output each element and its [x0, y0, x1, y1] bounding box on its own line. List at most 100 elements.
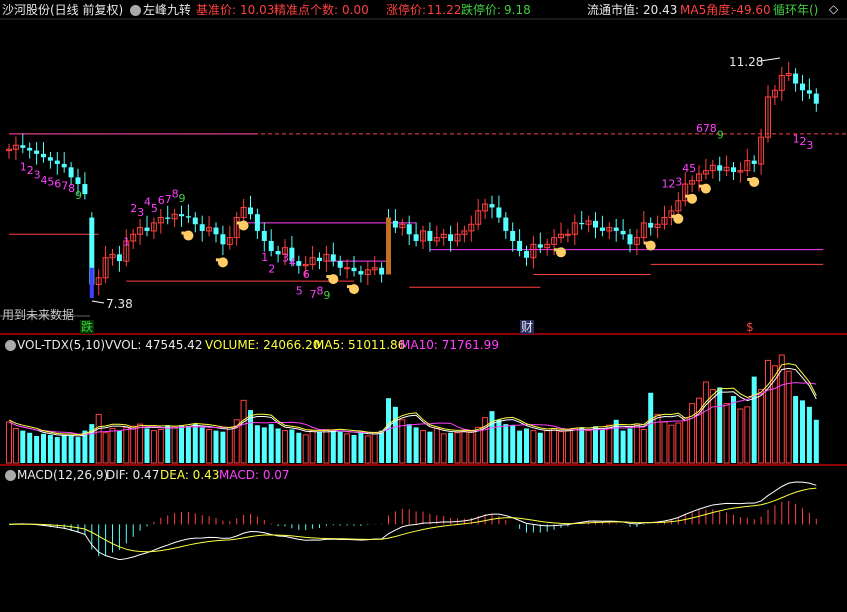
dea-line: [8, 487, 817, 553]
candle-body-highlight: [386, 217, 391, 275]
volume-bar: [510, 425, 516, 463]
candle-body: [517, 240, 523, 252]
macd-indicator-name[interactable]: MACD(12,26,9): [17, 468, 108, 482]
volume-bar: [682, 417, 689, 464]
volume-bar: [731, 396, 736, 463]
volume-bar: [551, 427, 558, 464]
volume-bar: [454, 432, 461, 464]
volume-bar: [130, 425, 137, 464]
candle-body: [731, 167, 736, 172]
dif-value: DIF: 0.47: [106, 468, 160, 482]
candle-body: [68, 167, 74, 178]
volume-bar: [68, 436, 74, 463]
future-data-note: 用到未来数据: [2, 308, 75, 322]
candle-body: [406, 224, 412, 235]
candle-body: [82, 184, 88, 195]
volume-bar: [171, 425, 178, 464]
volume-bar: [530, 430, 537, 464]
volume-bar: [585, 430, 592, 464]
hand-pointer-finger: [747, 177, 753, 181]
volume-bar: [179, 425, 184, 463]
candle-body: [220, 234, 226, 245]
count-label: 6: [303, 268, 310, 281]
volume-bar: [675, 422, 682, 464]
volume-bar: [261, 427, 267, 463]
volume-bar: [268, 424, 274, 463]
count-label: 5: [689, 162, 696, 175]
volume-indicator-name[interactable]: VOL-TDX(5,10): [17, 338, 105, 352]
volume-bar: [185, 426, 191, 463]
volume-value: VOLUME: 24066.20: [205, 338, 321, 352]
base-price-label: 基准价:: [196, 3, 237, 17]
volume-bar: [661, 421, 668, 464]
volume-bar: [213, 430, 219, 463]
candle-body: [800, 83, 805, 91]
candle-body: [275, 251, 281, 255]
float-mcap-value: 20.43: [643, 3, 678, 17]
volume-bar: [813, 419, 819, 463]
volume-bar: [199, 427, 205, 463]
volume-bar: [406, 424, 412, 463]
volume-bar: [517, 430, 523, 463]
volume-bar: [358, 431, 364, 463]
volume-bar: [806, 406, 812, 463]
candle-body: [806, 90, 812, 94]
low-price-label: 7.38: [106, 297, 133, 311]
volume-bar: [12, 427, 19, 464]
candle-body: [330, 254, 336, 262]
limit-up-value: 11.22: [427, 3, 462, 17]
candle-body: [599, 227, 605, 231]
volume-bar: [61, 434, 67, 463]
candle-body: [648, 222, 654, 228]
volume-bar: [54, 437, 60, 463]
volume-bar: [440, 433, 447, 464]
count-label: 4: [289, 256, 296, 269]
candle-body: [144, 227, 150, 231]
volume-bar: [648, 392, 654, 463]
vol-ma10-value: MA10: 71761.99: [400, 338, 499, 352]
hand-pointer-finger: [236, 221, 242, 225]
candle-body: [751, 160, 757, 164]
candle-body: [392, 220, 398, 228]
macd-panel-icon[interactable]: [5, 470, 16, 481]
volume-bar: [20, 430, 26, 463]
count-label: 9: [179, 192, 186, 205]
volume-bar: [503, 424, 509, 463]
volume-bar: [413, 427, 419, 463]
candle-body: [199, 224, 205, 231]
indicator-name[interactable]: 左峰九转: [143, 3, 191, 17]
volume-bar: [433, 427, 440, 464]
precise-points-value: 0.00: [342, 3, 369, 17]
volume-bar: [392, 406, 398, 463]
volume-bar: [351, 434, 357, 463]
volume-bar: [620, 430, 626, 463]
limit-down-value: 9.18: [504, 3, 531, 17]
candle-body: [613, 227, 619, 231]
limit-up-label: 涨停价:: [386, 3, 427, 17]
volume-bar: [240, 399, 247, 464]
volume-bar: [157, 429, 164, 464]
candle-body: [213, 227, 219, 235]
count-label: 1: [123, 236, 130, 249]
candle-body: [20, 145, 26, 148]
volume-bar: [571, 427, 578, 464]
candle-body: [351, 267, 357, 272]
volume-bar: [75, 437, 81, 463]
volume-bar: [420, 430, 426, 464]
hand-pointer-finger: [326, 275, 332, 279]
volume-panel-icon[interactable]: [5, 340, 16, 351]
macd-value: MACD: 0.07: [219, 468, 290, 482]
dea-value: DEA: 0.43: [160, 468, 220, 482]
dif-line: [8, 481, 817, 561]
volume-bar: [461, 430, 468, 464]
chevron-down-icon[interactable]: [130, 5, 141, 16]
volume-bar: [220, 431, 226, 463]
volume-bar: [41, 433, 46, 463]
vvol-value: VVOL: 47545.42: [105, 338, 203, 352]
volume-bar: [144, 428, 150, 463]
candle-body: [47, 157, 53, 161]
diamond-icon[interactable]: ◇: [829, 2, 838, 16]
base-price-value: 10.03: [240, 3, 275, 17]
candle-body: [489, 204, 495, 208]
hand-pointer-finger: [215, 258, 221, 262]
